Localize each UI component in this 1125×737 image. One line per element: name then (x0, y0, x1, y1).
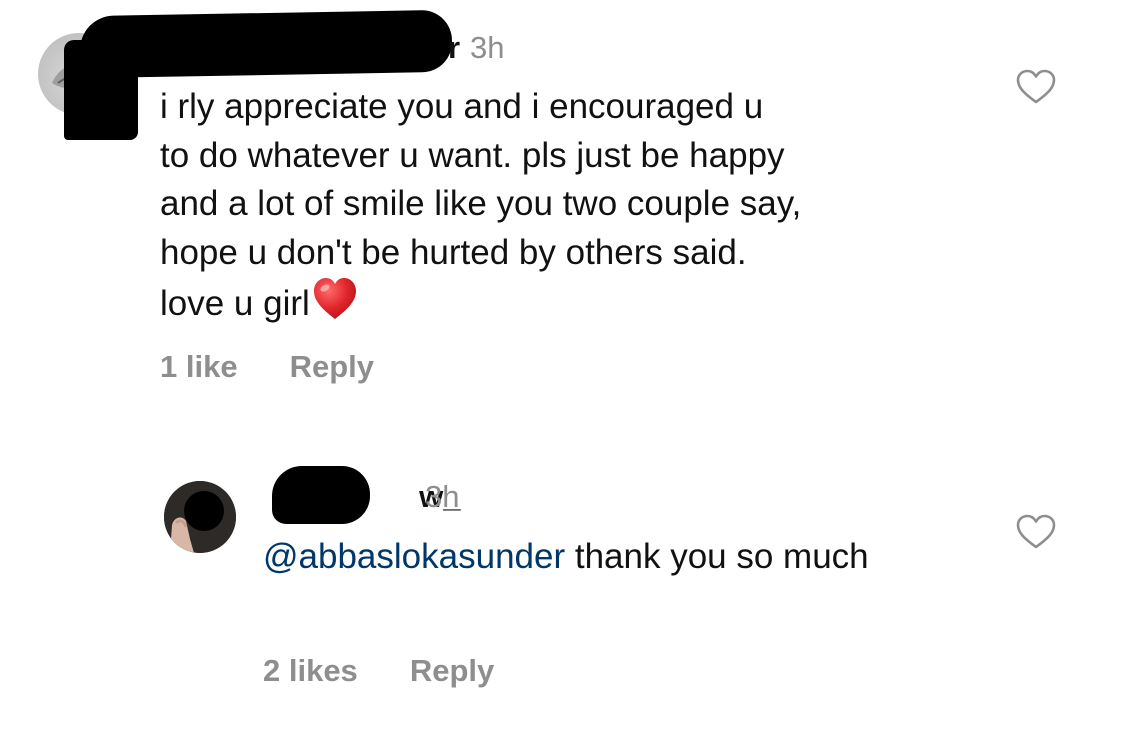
heart-outline-icon[interactable] (1016, 69, 1056, 105)
avatar[interactable] (164, 481, 236, 553)
avatar-image (164, 481, 236, 553)
comment-body: thank you so much (565, 537, 869, 576)
timestamp: 3h (425, 479, 460, 514)
comment-meta: 2 likes Reply (263, 653, 494, 689)
reply-button[interactable]: Reply (290, 349, 374, 384)
red-heart-emoji-icon (312, 277, 358, 335)
redaction-bar (64, 40, 138, 140)
comment-body: i rly appreciate you and i encouraged u … (160, 87, 802, 323)
comment-text: i rly appreciate you and i encouraged u … (160, 83, 960, 335)
comment-meta: 1 like Reply (160, 349, 374, 385)
reply-button[interactable]: Reply (410, 653, 494, 688)
timestamp: 3h (470, 30, 505, 65)
heart-outline-icon[interactable] (1016, 514, 1056, 550)
mention-link[interactable]: @abbaslokasunder (263, 537, 565, 576)
like-count[interactable]: 2 likes (263, 653, 358, 688)
username[interactable]: r (448, 30, 460, 66)
comment-text: @abbaslokasunder thank you so much (263, 533, 983, 582)
like-count[interactable]: 1 like (160, 349, 238, 384)
